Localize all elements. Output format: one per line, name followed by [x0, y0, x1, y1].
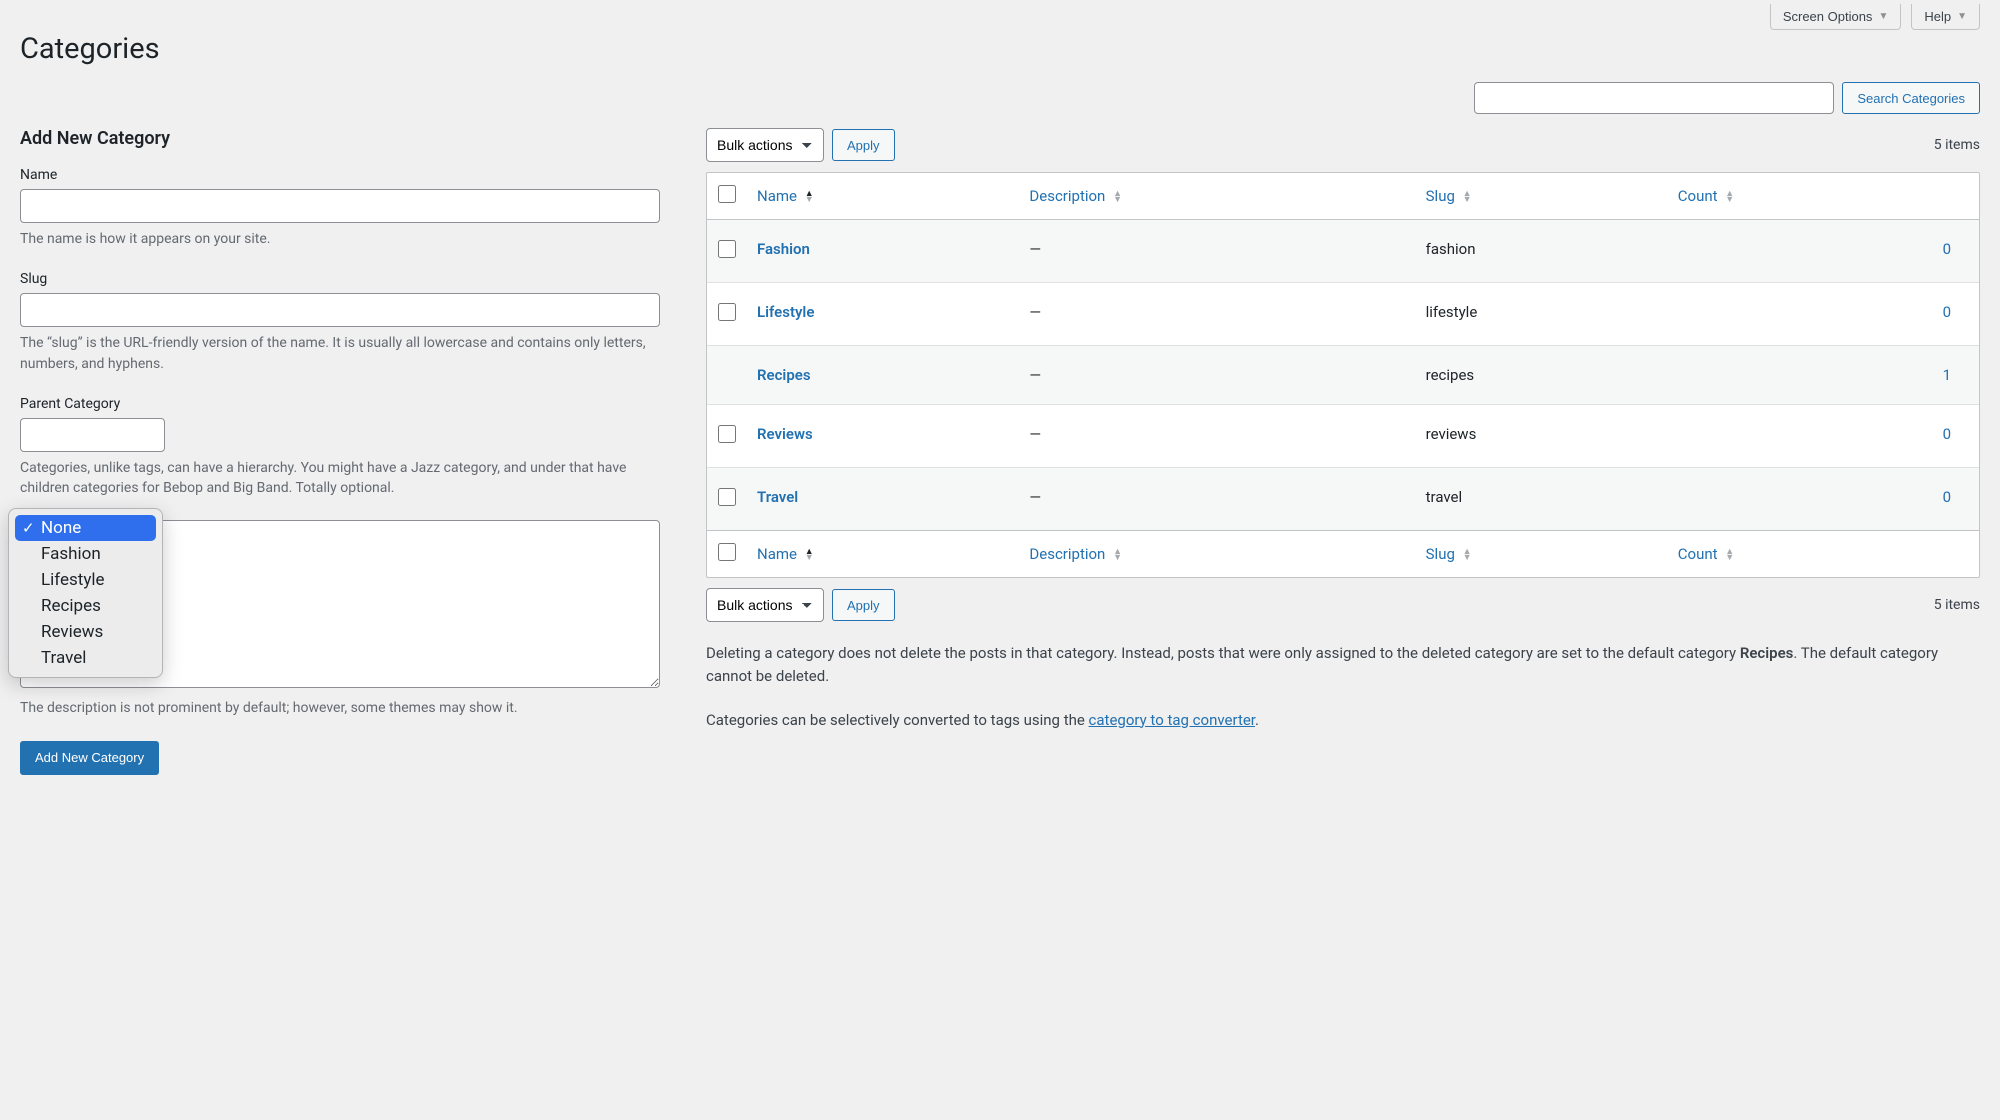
- apply-button-bottom[interactable]: Apply: [832, 589, 895, 621]
- row-checkbox[interactable]: [718, 425, 736, 443]
- sort-icon: ▲▼: [1463, 549, 1472, 561]
- categories-table: Name ▲▼ Description ▲▼ Slug ▲▼ Count ▲▼: [706, 172, 1980, 578]
- help-button[interactable]: Help ▼: [1911, 4, 1980, 30]
- category-description: —: [1019, 405, 1415, 468]
- chevron-down-icon: ▼: [1957, 11, 1967, 22]
- column-name-footer[interactable]: Name ▲▼: [747, 530, 1019, 577]
- category-name-link[interactable]: Lifestyle: [757, 303, 814, 321]
- select-all-top-checkbox[interactable]: [718, 185, 736, 203]
- category-count-link[interactable]: 0: [1943, 425, 1951, 443]
- dropdown-option-recipes[interactable]: Recipes: [15, 593, 156, 619]
- category-count-link[interactable]: 0: [1943, 240, 1951, 258]
- parent-category-select[interactable]: [20, 418, 165, 452]
- dropdown-option-none[interactable]: None: [15, 515, 156, 541]
- search-categories-button[interactable]: Search Categories: [1842, 82, 1980, 114]
- screen-options-button[interactable]: Screen Options ▼: [1770, 4, 1902, 30]
- description-help: The description is not prominent by defa…: [20, 698, 660, 718]
- parent-category-dropdown: None Fashion Lifestyle Recipes Reviews T…: [8, 508, 163, 678]
- column-description-header[interactable]: Description ▲▼: [1019, 173, 1415, 220]
- name-label: Name: [20, 167, 660, 183]
- dropdown-option-travel[interactable]: Travel: [15, 645, 156, 671]
- category-count-link[interactable]: 0: [1943, 303, 1951, 321]
- category-slug: fashion: [1416, 220, 1668, 283]
- dropdown-option-fashion[interactable]: Fashion: [15, 541, 156, 567]
- column-count-footer[interactable]: Count ▲▼: [1668, 530, 1979, 577]
- items-count-top: 5 items: [1934, 137, 1980, 153]
- table-row: Reviews —reviews 0: [707, 405, 1979, 468]
- slug-help: The “slug” is the URL-friendly version o…: [20, 333, 660, 374]
- category-description: —: [1019, 220, 1415, 283]
- table-row: Lifestyle —lifestyle 0: [707, 283, 1979, 346]
- apply-button-top[interactable]: Apply: [832, 129, 895, 161]
- category-name-link[interactable]: Travel: [757, 488, 798, 506]
- row-checkbox[interactable]: [718, 488, 736, 506]
- delete-note: Deleting a category does not delete the …: [706, 642, 1980, 689]
- slug-input[interactable]: [20, 293, 660, 327]
- sort-icon: ▲▼: [805, 549, 814, 561]
- bulk-actions-select-top[interactable]: Bulk actions: [706, 128, 824, 162]
- help-label: Help: [1924, 9, 1951, 24]
- parent-category-help: Categories, unlike tags, can have a hier…: [20, 458, 660, 499]
- items-count-bottom: 5 items: [1934, 597, 1980, 613]
- category-slug: travel: [1416, 468, 1668, 530]
- sort-icon: ▲▼: [805, 191, 814, 203]
- sort-icon: ▲▼: [1113, 549, 1122, 561]
- row-checkbox[interactable]: [718, 240, 736, 258]
- table-row: Travel —travel 0: [707, 468, 1979, 530]
- category-slug: lifestyle: [1416, 283, 1668, 346]
- category-name-link[interactable]: Reviews: [757, 425, 813, 443]
- column-description-footer[interactable]: Description ▲▼: [1019, 530, 1415, 577]
- table-row: Recipes —recipes 1: [707, 346, 1979, 405]
- sort-icon: ▲▼: [1725, 191, 1734, 203]
- category-to-tag-converter-link[interactable]: category to tag converter: [1089, 711, 1255, 729]
- category-name-link[interactable]: Recipes: [757, 366, 811, 384]
- convert-note: Categories can be selectively converted …: [706, 709, 1980, 732]
- parent-category-label: Parent Category: [20, 396, 660, 412]
- dropdown-option-lifestyle[interactable]: Lifestyle: [15, 567, 156, 593]
- page-title: Categories: [20, 32, 1980, 66]
- sort-icon: ▲▼: [1463, 191, 1472, 203]
- chevron-down-icon: ▼: [1878, 11, 1888, 22]
- column-count-header[interactable]: Count ▲▼: [1668, 173, 1979, 220]
- category-description: —: [1019, 468, 1415, 530]
- column-slug-header[interactable]: Slug ▲▼: [1416, 173, 1668, 220]
- category-name-link[interactable]: Fashion: [757, 240, 810, 258]
- category-description: —: [1019, 346, 1415, 405]
- category-description: —: [1019, 283, 1415, 346]
- column-slug-footer[interactable]: Slug ▲▼: [1416, 530, 1668, 577]
- add-new-category-button[interactable]: Add New Category: [20, 741, 159, 775]
- bulk-actions-select-bottom[interactable]: Bulk actions: [706, 588, 824, 622]
- name-input[interactable]: [20, 189, 660, 223]
- select-all-bottom-checkbox[interactable]: [718, 543, 736, 561]
- add-new-category-heading: Add New Category: [20, 128, 660, 149]
- table-row: Fashion —fashion 0: [707, 220, 1979, 283]
- category-count-link[interactable]: 1: [1943, 366, 1951, 384]
- row-checkbox[interactable]: [718, 303, 736, 321]
- slug-label: Slug: [20, 271, 660, 287]
- screen-options-label: Screen Options: [1783, 9, 1873, 24]
- search-input[interactable]: [1474, 82, 1834, 114]
- name-help: The name is how it appears on your site.: [20, 229, 660, 249]
- category-slug: reviews: [1416, 405, 1668, 468]
- dropdown-option-reviews[interactable]: Reviews: [15, 619, 156, 645]
- column-name-header[interactable]: Name ▲▼: [747, 173, 1019, 220]
- sort-icon: ▲▼: [1113, 191, 1122, 203]
- sort-icon: ▲▼: [1725, 549, 1734, 561]
- category-count-link[interactable]: 0: [1943, 488, 1951, 506]
- category-slug: recipes: [1416, 346, 1668, 405]
